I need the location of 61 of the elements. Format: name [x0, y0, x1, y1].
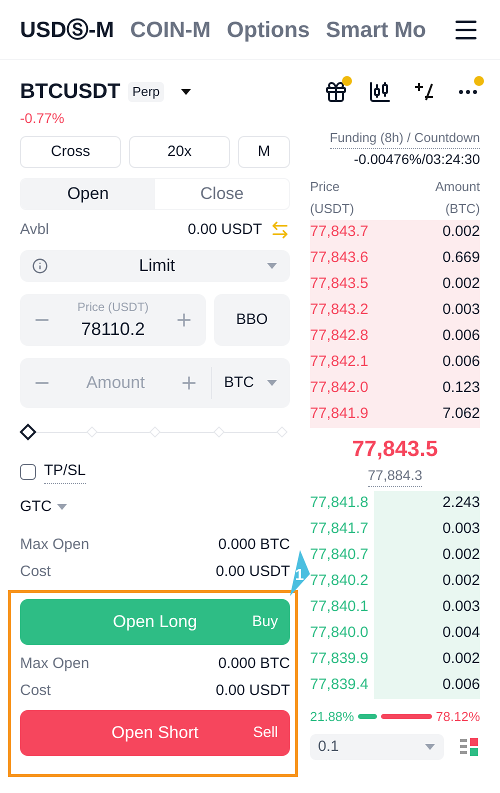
ask-row[interactable]: 77,842.8 0.006: [310, 324, 480, 350]
caret-icon[interactable]: [180, 88, 192, 96]
order-type-select[interactable]: Limit: [20, 250, 290, 282]
column-header: Amount: [435, 178, 480, 196]
mark-price: 77,884.3: [368, 464, 422, 486]
available-label: Avbl: [20, 220, 49, 240]
setting-button[interactable]: 20x: [129, 136, 230, 168]
perp-badge: Perp: [128, 82, 164, 102]
column-header: Price: [310, 178, 341, 196]
info-label: Cost: [20, 562, 51, 582]
caret-icon: [424, 743, 436, 751]
market-tab[interactable]: COIN-M: [130, 13, 211, 46]
market-tab[interactable]: Smart Mo: [326, 13, 426, 46]
callout-arrow: 1: [290, 550, 310, 596]
info-value: 0.00 USDT: [216, 680, 290, 700]
sell-ratio-bar: [380, 714, 432, 719]
ask-row[interactable]: 77,843.2 0.003: [310, 298, 480, 324]
info-value: 0.00 USDT: [216, 562, 290, 582]
symbol-name[interactable]: BTCUSDT: [20, 76, 120, 108]
unit-select[interactable]: BTC: [224, 372, 278, 394]
buy-ratio-bar: [358, 714, 377, 719]
mode-tab[interactable]: Open: [21, 179, 155, 209]
ask-row[interactable]: 77,843.7 0.002: [310, 220, 480, 246]
info-icon: [32, 258, 48, 274]
book-layout-icon[interactable]: [460, 737, 480, 757]
market-tab[interactable]: Options: [226, 13, 310, 46]
info-value: 0.000 BTC: [218, 654, 290, 674]
funding-label[interactable]: Funding (8h) / Countdown: [330, 128, 480, 148]
caret-icon: [266, 379, 278, 387]
caret-icon: [56, 502, 68, 511]
candlestick-icon[interactable]: [368, 80, 392, 104]
gift-icon[interactable]: [324, 80, 348, 104]
sell-ratio: 78.12%: [436, 708, 480, 726]
ask-row[interactable]: 77,842.0 0.123: [310, 376, 480, 402]
ask-row[interactable]: 77,843.5 0.002: [310, 272, 480, 298]
open-short-button[interactable]: Open Short Sell: [20, 710, 290, 756]
market-tab[interactable]: USDⓈ-M: [20, 13, 114, 46]
last-price: 77,843.5: [352, 434, 438, 462]
price-change: -0.77%: [20, 108, 66, 128]
ask-row[interactable]: 77,843.6 0.669: [310, 246, 480, 272]
tpsl-label[interactable]: TP/SL: [44, 460, 86, 484]
info-label: Max Open: [20, 535, 90, 555]
column-header: (BTC): [445, 200, 480, 218]
ask-row[interactable]: 77,842.1 0.006: [310, 350, 480, 376]
ask-row[interactable]: 77,841.9 7.062: [310, 402, 480, 428]
buy-ratio: 21.88%: [310, 708, 354, 726]
info-label: Cost: [20, 680, 51, 700]
setting-button[interactable]: Cross: [20, 136, 121, 168]
bbo-button[interactable]: BBO: [214, 294, 290, 346]
available-value: 0.00 USDT: [188, 220, 262, 240]
caret-icon: [266, 262, 278, 270]
column-header: (USDT): [310, 200, 354, 218]
funding-value: -0.00476%/03:24:30: [354, 150, 480, 168]
mode-tab[interactable]: Close: [155, 179, 289, 209]
precision-select[interactable]: 0.1: [310, 734, 444, 760]
time-in-force-select[interactable]: GTC: [20, 496, 68, 518]
info-label: Max Open: [20, 654, 90, 674]
info-value: 0.000 BTC: [218, 535, 290, 555]
setting-button[interactable]: M: [238, 136, 290, 168]
tpsl-checkbox[interactable]: [20, 464, 36, 480]
amount-field[interactable]: Amount: [52, 370, 179, 396]
